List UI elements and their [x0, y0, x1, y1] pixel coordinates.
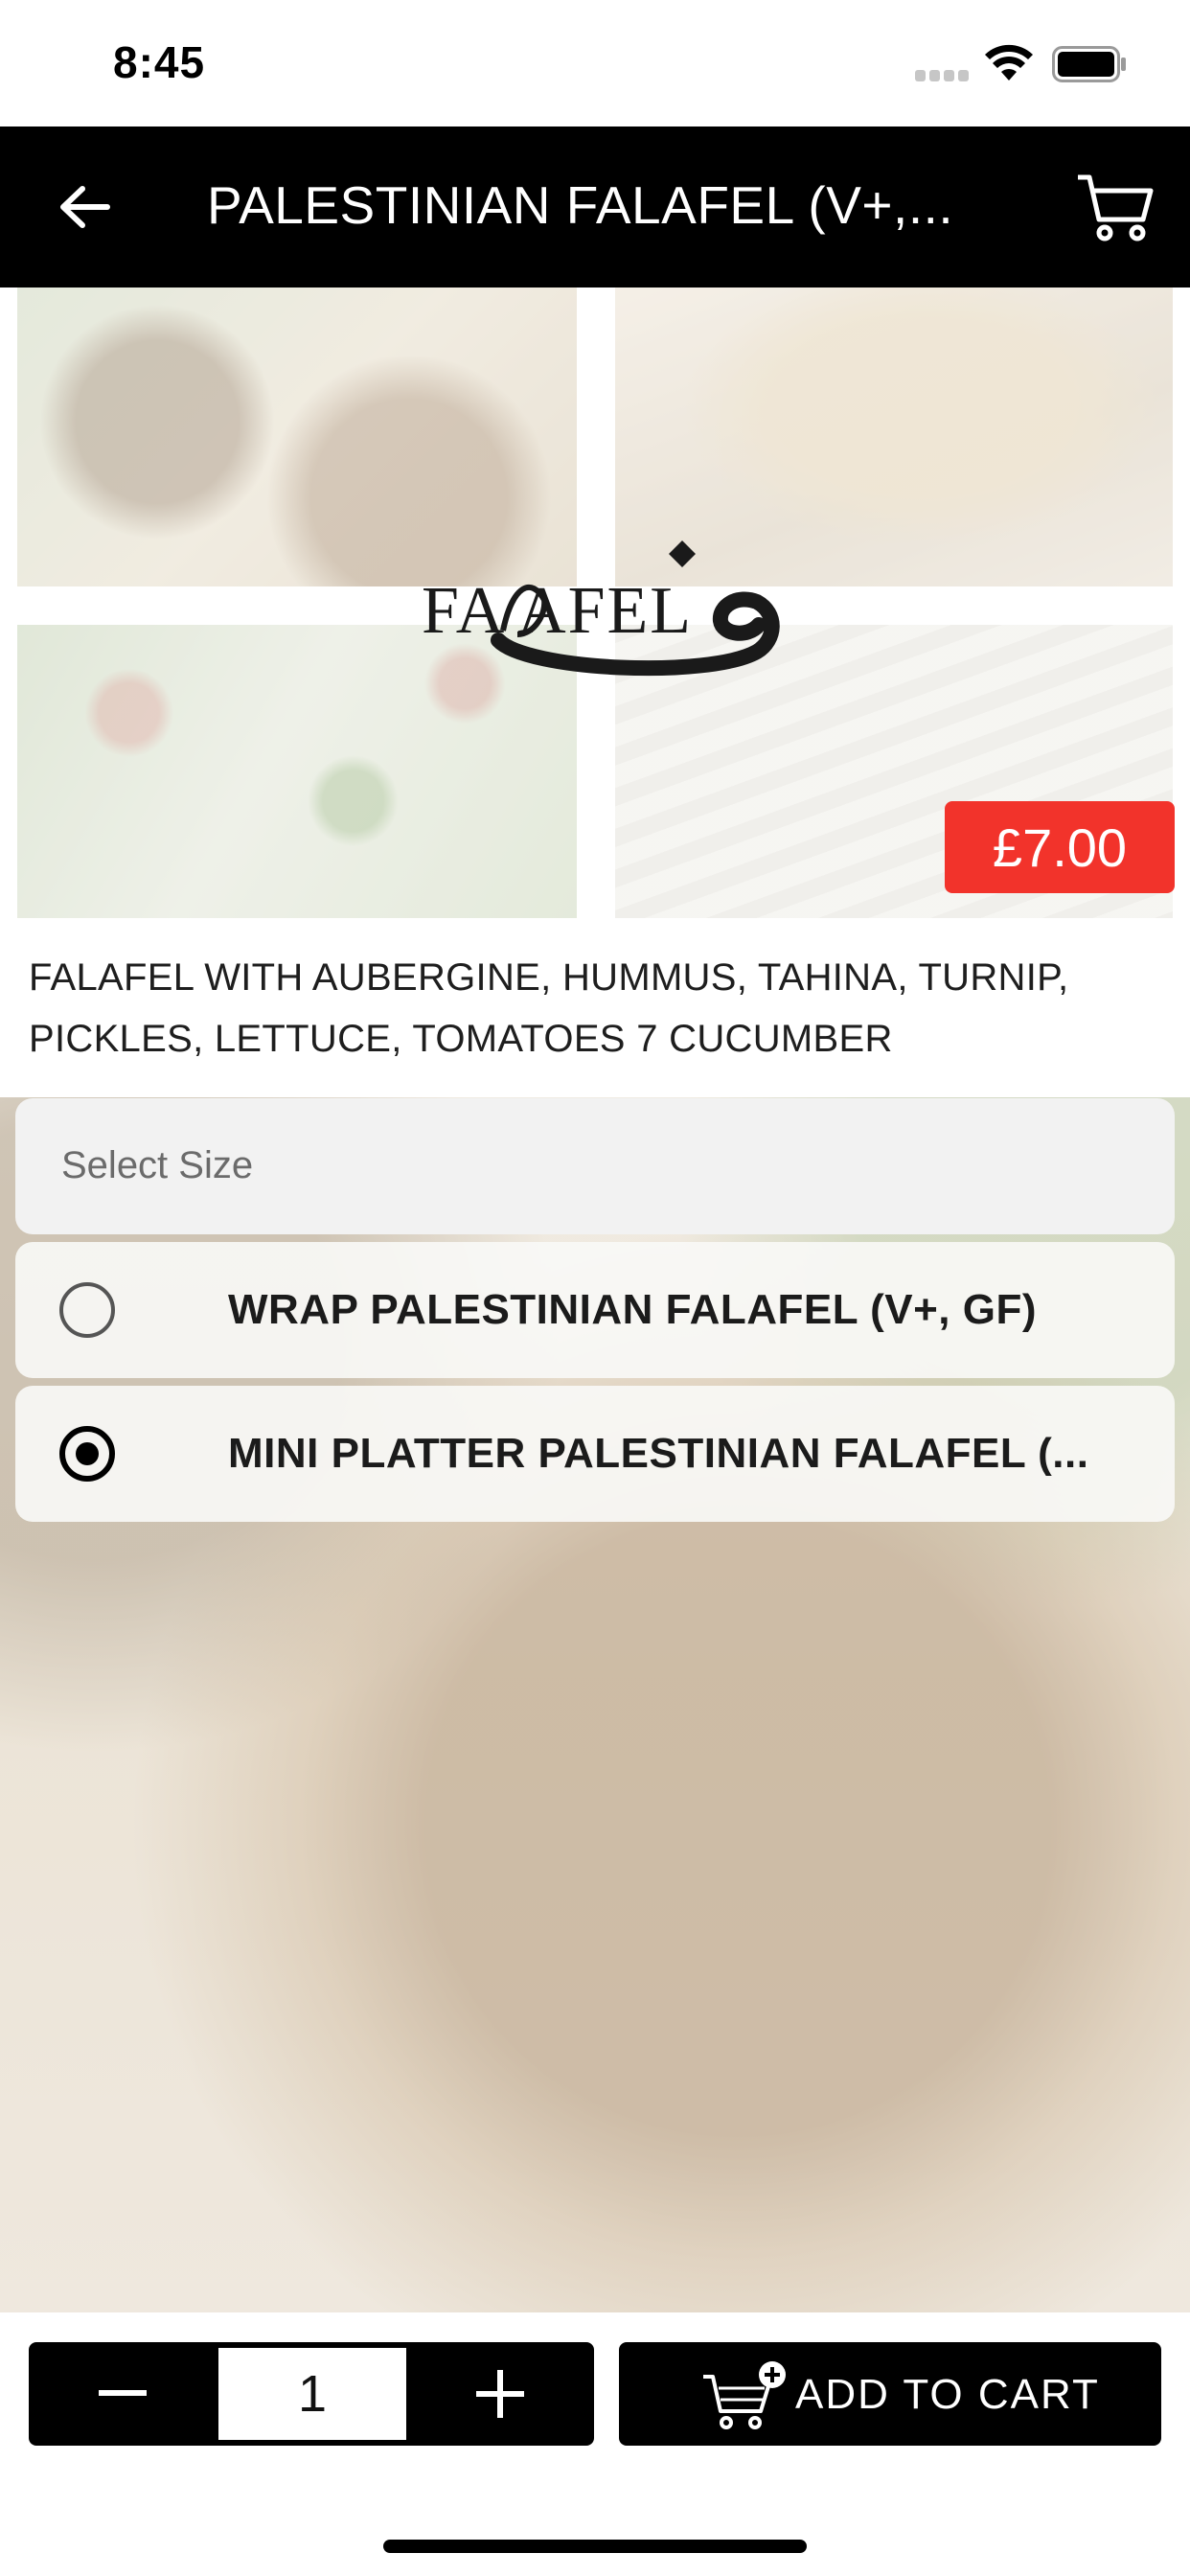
status-time: 8:45: [113, 37, 206, 87]
wifi-icon: [985, 44, 1033, 80]
product-description: FALAFEL WITH AUBERGINE, HUMMUS, TAHINA, …: [29, 956, 1069, 1060]
select-size-label: Select Size: [61, 1144, 254, 1186]
page-title: PALESTINIAN FALAFEL (V+,...: [207, 175, 954, 235]
status-bar: 8:45: [0, 0, 1190, 126]
size-option-label: MINI PLATTER PALESTINIAN FALAFEL (...: [228, 1430, 1089, 1477]
size-option-wrap[interactable]: WRAP PALESTINIAN FALAFEL (V+, GF): [15, 1242, 1175, 1378]
plus-icon: [476, 2370, 524, 2418]
add-to-cart-label: ADD TO CART: [795, 2371, 1100, 2418]
cart-button[interactable]: [1071, 165, 1157, 251]
radio-unchecked-icon[interactable]: [59, 1282, 115, 1338]
add-to-cart-icon: [703, 2361, 786, 2429]
price-badge: £7.00: [945, 801, 1175, 893]
quantity-value[interactable]: 1: [218, 2348, 406, 2440]
quantity-stepper: 1: [29, 2342, 594, 2446]
cart-icon: [1078, 174, 1154, 242]
size-option-mini-platter[interactable]: MINI PLATTER PALESTINIAN FALAFEL (...: [15, 1386, 1175, 1522]
minus-icon: [99, 2390, 147, 2396]
cellular-signal-icon: [915, 70, 971, 81]
radio-checked-icon[interactable]: [59, 1426, 115, 1482]
logo-calligraphy-mark: [491, 540, 780, 677]
restaurant-logo: FA AFEL: [422, 518, 786, 690]
product-image: FA AFEL £7.00: [0, 288, 1190, 920]
select-size-header: Select Size: [15, 1098, 1175, 1234]
decrease-quantity-button[interactable]: [29, 2342, 217, 2446]
back-arrow-icon: [60, 186, 110, 228]
increase-quantity-button[interactable]: [406, 2342, 594, 2446]
back-button[interactable]: [50, 172, 119, 242]
size-option-label: WRAP PALESTINIAN FALAFEL (V+, GF): [228, 1286, 1037, 1333]
home-indicator[interactable]: [383, 2540, 807, 2553]
battery-icon: [1052, 46, 1126, 82]
bottom-action-bar: 1 ADD TO CART: [0, 2313, 1190, 2576]
app-header: PALESTINIAN FALAFEL (V+,...: [0, 126, 1190, 288]
add-to-cart-button[interactable]: ADD TO CART: [619, 2342, 1161, 2446]
